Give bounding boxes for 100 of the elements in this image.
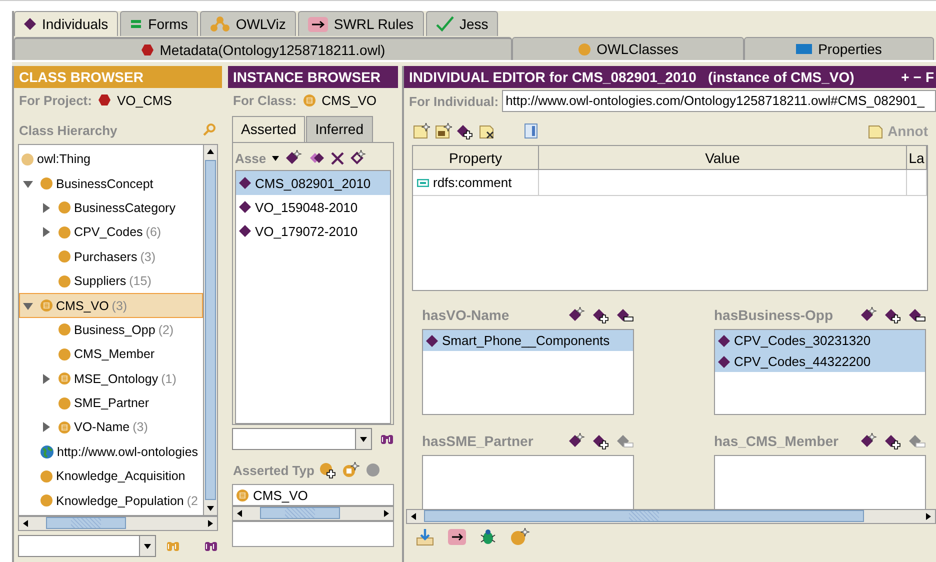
horizontal-scrollbar[interactable] — [232, 506, 394, 521]
tab[interactable]: Properties — [744, 37, 934, 60]
class-name[interactable]: Business_Opp — [74, 322, 156, 337]
scroll-right-icon[interactable] — [925, 513, 932, 520]
create-type-icon[interactable] — [342, 462, 360, 478]
expand-toggle-icon[interactable] — [41, 202, 51, 213]
scroll-right-icon[interactable] — [207, 520, 214, 527]
tab[interactable]: OWLViz — [200, 11, 296, 36]
note-icon[interactable] — [866, 122, 885, 140]
instance-icon — [239, 225, 251, 237]
instance-count: (3) — [132, 420, 148, 434]
remove-value-icon[interactable] — [908, 306, 926, 324]
create-value-icon[interactable] — [860, 432, 878, 450]
delete-icon[interactable] — [331, 152, 344, 164]
class-name[interactable]: Knowledge_Population — [56, 494, 184, 508]
search-field[interactable] — [232, 428, 372, 450]
create-value-icon[interactable] — [568, 432, 586, 450]
binoculars-icon[interactable] — [204, 540, 218, 552]
tab[interactable]: Asserted — [232, 116, 306, 142]
binoculars-icon[interactable] — [380, 433, 394, 445]
add-value-icon[interactable] — [434, 122, 452, 140]
create-value-icon[interactable] — [568, 306, 586, 324]
add-value-icon[interactable] — [592, 432, 610, 450]
table-cell: rdfs:comment — [433, 175, 512, 190]
create-class-icon[interactable] — [510, 528, 530, 546]
defined-class-icon — [58, 372, 71, 386]
horizontal-scrollbar[interactable] — [406, 509, 936, 524]
hexagon-icon — [140, 44, 154, 56]
remove-value-icon[interactable] — [616, 306, 634, 324]
title-button[interactable]: + — [901, 69, 910, 85]
bug-icon[interactable] — [480, 529, 496, 545]
class-name[interactable]: CMS_VO — [56, 298, 109, 313]
import-icon[interactable] — [416, 528, 434, 546]
create-instance-icon[interactable] — [285, 150, 304, 166]
project-icon — [98, 94, 111, 106]
column-header[interactable]: Value — [539, 146, 907, 170]
add-value-icon[interactable] — [592, 306, 610, 324]
title-button[interactable]: F — [925, 69, 934, 85]
tab[interactable]: OWLClasses — [512, 37, 744, 60]
panel-title: INSTANCE BROWSER — [228, 66, 398, 88]
class-name[interactable]: BusinessConcept — [56, 176, 154, 191]
tab[interactable]: Jess — [426, 11, 498, 36]
dropdown-arrow-icon[interactable] — [272, 154, 280, 162]
delete-annotation-icon[interactable] — [478, 122, 496, 140]
dropdown-arrow-icon[interactable] — [144, 542, 151, 550]
add-annotation-icon[interactable] — [412, 122, 430, 140]
column-header[interactable]: Property — [413, 146, 539, 170]
instance-count: (3) — [112, 298, 128, 313]
class-name[interactable]: VO-Name — [74, 420, 130, 434]
dropdown-arrow-icon[interactable] — [360, 436, 367, 442]
scroll-up-icon[interactable] — [207, 148, 214, 155]
scroll-down-icon[interactable] — [207, 505, 214, 512]
scroll-left-icon[interactable] — [236, 510, 243, 517]
scroll-left-icon[interactable] — [410, 513, 417, 520]
class-name[interactable]: owl:Thing — [37, 152, 90, 166]
instance-name[interactable]: VO_179072-2010 — [255, 224, 358, 238]
class-name[interactable]: Purchasers — [74, 250, 138, 264]
add-type-icon[interactable] — [319, 462, 338, 478]
class-name: CMS_VO — [322, 92, 376, 108]
tab[interactable]: Inferred — [306, 116, 372, 142]
duplicate-instance-icon[interactable] — [309, 152, 326, 164]
tab[interactable]: Forms — [120, 11, 198, 36]
instance-name[interactable]: VO_159048-2010 — [255, 200, 358, 214]
scroll-right-icon[interactable] — [383, 510, 390, 517]
view-icon[interactable] — [524, 123, 538, 139]
tab[interactable]: SWRL Rules — [298, 11, 424, 36]
globe-icon — [40, 444, 54, 459]
add-value-icon[interactable] — [884, 306, 902, 324]
add-instance-icon[interactable] — [456, 122, 474, 140]
class-name[interactable]: Knowledge_Acquisition — [56, 469, 186, 484]
class-name[interactable]: CPV_Codes — [74, 225, 143, 240]
instance-count: (15) — [129, 274, 152, 288]
class-name[interactable]: Suppliers — [74, 274, 126, 288]
uri-field[interactable]: http://www.owl-ontologies.com/Ontology1258718211.owl#CMS_082901_ — [502, 90, 936, 112]
instance-outline-icon[interactable] — [350, 150, 366, 166]
expand-toggle-icon[interactable] — [41, 374, 51, 384]
search-field[interactable] — [18, 535, 156, 557]
property-name: has_CMS_Member — [714, 433, 840, 449]
column-header[interactable]: La — [907, 146, 927, 170]
instance-icon — [239, 177, 251, 189]
tab[interactable]: Individuals — [14, 11, 118, 36]
scroll-left-icon[interactable] — [22, 520, 29, 527]
collapse-toggle-icon[interactable] — [23, 178, 33, 189]
expand-toggle-icon[interactable] — [41, 422, 51, 432]
instance-count: (2 — [186, 494, 198, 508]
horizontal-scrollbar[interactable] — [18, 516, 218, 531]
class-name[interactable]: BusinessCategory — [74, 200, 176, 215]
class-icon — [40, 177, 53, 190]
vertical-scrollbar[interactable] — [203, 145, 217, 515]
tab[interactable]: Metadata(Ontology1258718211.owl) — [14, 37, 512, 60]
class-name[interactable]: SME_Partner — [74, 396, 150, 410]
expand-toggle-icon[interactable] — [41, 227, 51, 238]
class-name[interactable]: http://www.owl-ontologies — [57, 444, 198, 459]
instance-count: (2) — [158, 322, 174, 337]
class-name[interactable]: CMS_Member — [74, 347, 155, 362]
class-name[interactable]: MSE_Ontology — [74, 372, 158, 386]
add-value-icon[interactable] — [884, 432, 902, 450]
title-button[interactable]: − — [913, 69, 922, 85]
collapse-toggle-icon[interactable] — [23, 300, 33, 311]
create-value-icon[interactable] — [860, 306, 878, 324]
